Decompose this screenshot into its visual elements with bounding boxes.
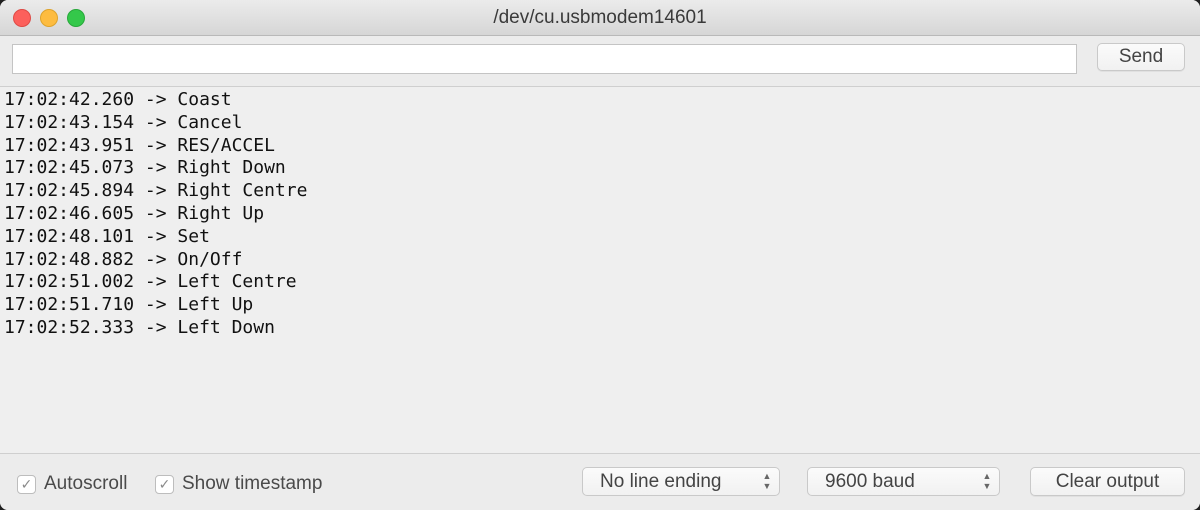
clear-output-button[interactable]: Clear output	[1030, 467, 1185, 496]
serial-monitor-window: /dev/cu.usbmodem14601 Send 17:02:42.260 …	[0, 0, 1200, 510]
output-line: 17:02:52.333 -> Left Down	[4, 316, 275, 338]
baud-rate-value: 9600 baud	[825, 471, 915, 492]
send-input[interactable]	[12, 44, 1077, 74]
footer-bar: ✓ Autoscroll ✓ Show timestamp No line en…	[0, 455, 1200, 510]
window-title: /dev/cu.usbmodem14601	[493, 7, 707, 28]
output-line: 17:02:45.894 -> Right Centre	[4, 180, 308, 202]
title-bar: /dev/cu.usbmodem14601	[0, 0, 1200, 36]
up-down-chevron-icon: ▲ ▼	[982, 471, 992, 491]
autoscroll-label: Autoscroll	[44, 473, 128, 494]
line-ending-select[interactable]: No line ending ▲ ▼	[582, 467, 780, 496]
output-line: 17:02:43.154 -> Cancel	[4, 111, 243, 133]
output-line: 17:02:51.002 -> Left Centre	[4, 271, 297, 293]
output-line: 17:02:43.951 -> RES/ACCEL	[4, 134, 275, 156]
send-toolbar: Send	[0, 36, 1200, 86]
output-line: 17:02:48.882 -> On/Off	[4, 248, 243, 270]
output-line: 17:02:48.101 -> Set	[4, 225, 210, 247]
output-line: 17:02:45.073 -> Right Down	[4, 157, 286, 179]
output-line: 17:02:51.710 -> Left Up	[4, 294, 254, 316]
output-line: 17:02:46.605 -> Right Up	[4, 202, 265, 224]
show-timestamp-checkbox[interactable]: ✓ Show timestamp	[155, 473, 322, 495]
show-timestamp-label: Show timestamp	[182, 473, 323, 494]
serial-output[interactable]: 17:02:42.260 -> Coast 17:02:43.154 -> Ca…	[0, 86, 1200, 454]
output-line: 17:02:42.260 -> Coast	[4, 89, 232, 110]
baud-rate-select[interactable]: 9600 baud ▲ ▼	[807, 467, 1000, 496]
line-ending-value: No line ending	[600, 471, 722, 492]
up-down-chevron-icon: ▲ ▼	[762, 471, 772, 491]
send-button[interactable]: Send	[1097, 43, 1185, 71]
check-icon: ✓	[155, 474, 174, 494]
check-icon: ✓	[17, 474, 36, 494]
autoscroll-checkbox[interactable]: ✓ Autoscroll	[17, 473, 127, 495]
